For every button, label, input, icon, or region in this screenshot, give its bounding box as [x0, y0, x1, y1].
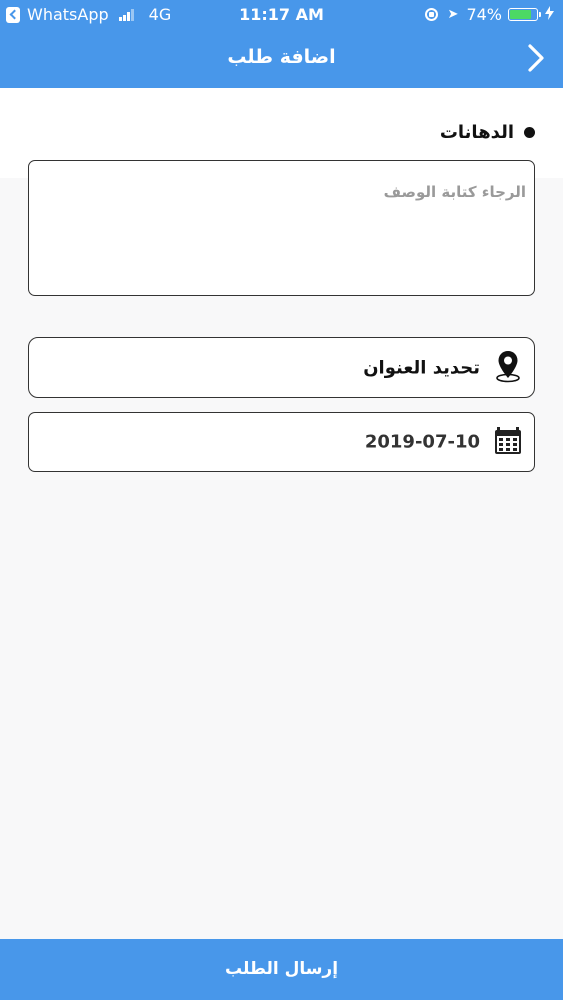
back-button[interactable]: [523, 42, 549, 74]
location-arrow-icon: ➤: [447, 7, 459, 22]
date-value: 2019-07-10: [364, 431, 480, 453]
charging-icon: [545, 5, 555, 24]
orientation-lock-icon: [424, 8, 438, 21]
address-picker[interactable]: تحديد العنوان: [28, 337, 535, 398]
service-category-label: الدهانات: [439, 122, 514, 143]
status-bar: WhatsApp 4G 11:17 AM ➤ 74%: [0, 0, 563, 30]
submit-request-button[interactable]: إرسال الطلب: [0, 939, 563, 1000]
description-input[interactable]: [29, 161, 534, 295]
calendar-icon: [494, 425, 522, 459]
description-box: [28, 160, 535, 296]
app-header: WhatsApp 4G 11:17 AM ➤ 74% اضافة طلب: [0, 0, 563, 88]
service-category: الدهانات: [440, 122, 535, 143]
bullet-icon: [524, 127, 535, 138]
address-label: تحديد العنوان: [363, 357, 480, 378]
chevron-right-icon: [528, 44, 544, 72]
battery-icon: [508, 8, 541, 21]
page-title: اضافة طلب: [227, 46, 336, 68]
battery-percent: 74%: [466, 5, 502, 24]
map-pin-icon: [494, 349, 522, 387]
date-picker[interactable]: 2019-07-10: [28, 412, 535, 472]
status-right: ➤ 74%: [424, 5, 555, 24]
